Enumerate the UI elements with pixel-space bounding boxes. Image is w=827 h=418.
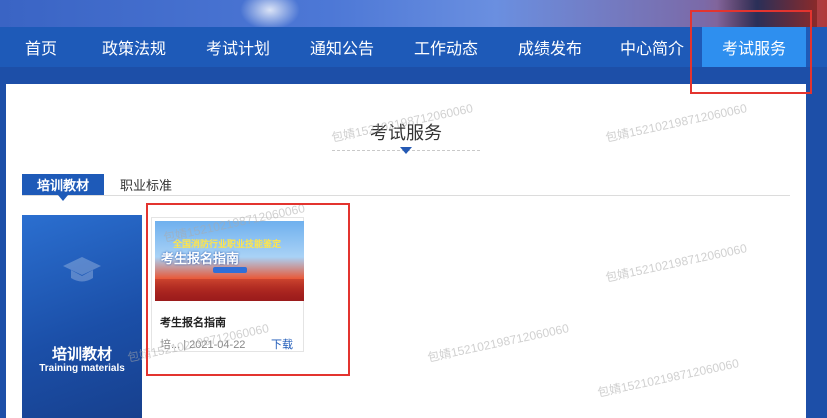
nav-item-notices[interactable]: 通知公告 xyxy=(290,27,394,67)
nav-item-policy[interactable]: 政策法规 xyxy=(82,27,186,67)
download-link[interactable]: 下载 xyxy=(271,336,293,352)
tab-occupational-standards[interactable]: 职业标准 xyxy=(104,174,188,195)
card-category: 培... xyxy=(160,339,181,351)
thumbnail-badge xyxy=(213,267,247,273)
nav-item-about[interactable]: 中心简介 xyxy=(602,27,702,67)
watermark: 包婧152102198712060060 xyxy=(604,241,749,285)
card-thumbnail[interactable]: 全国消防行业职业技能鉴定 考生报名指南 xyxy=(155,221,304,301)
top-banner xyxy=(0,0,827,27)
nav-item-exam-service[interactable]: 考试服务 xyxy=(702,27,806,67)
content-panel: 考试服务 培训教材 职业标准 培训教材 Training materials 全… xyxy=(6,84,806,418)
nav-item-exam-plan[interactable]: 考试计划 xyxy=(186,27,290,67)
thumbnail-silhouette xyxy=(155,279,304,301)
tab-bar: 培训教材 职业标准 xyxy=(22,174,790,201)
banner-title-en: Training materials xyxy=(39,363,125,374)
nav-item-results[interactable]: 成绩发布 xyxy=(498,27,602,67)
page-title: 考试服务 xyxy=(370,123,442,143)
card-date: 2021-04-22 xyxy=(189,339,246,351)
banner-title-cn: 培训教材 xyxy=(51,346,112,363)
tab-training-materials[interactable]: 培训教材 xyxy=(22,174,104,201)
card-meta: 培... | 2021-04-22 xyxy=(160,336,245,352)
training-materials-banner: 培训教材 Training materials xyxy=(22,215,142,418)
nav-item-home[interactable]: 首页 xyxy=(0,27,82,67)
card-title[interactable]: 考生报名指南 xyxy=(160,314,226,330)
banner-figure xyxy=(717,0,817,27)
watermark: 包婧152102198712060060 xyxy=(596,356,741,400)
main-nav: 首页 政策法规 考试计划 通知公告 工作动态 成绩发布 中心简介 考试服务 xyxy=(0,27,827,67)
graduation-cap-icon xyxy=(63,257,101,282)
document-card[interactable]: 全国消防行业职业技能鉴定 考生报名指南 考生报名指南 培... | 2021-0… xyxy=(151,217,304,352)
watermark: 包婧152102198712060060 xyxy=(426,321,571,365)
thumbnail-title: 考生报名指南 xyxy=(161,251,240,266)
nav-item-news[interactable]: 工作动态 xyxy=(394,27,498,67)
banner-light-streak xyxy=(240,0,300,27)
title-arrow-icon xyxy=(400,147,412,154)
